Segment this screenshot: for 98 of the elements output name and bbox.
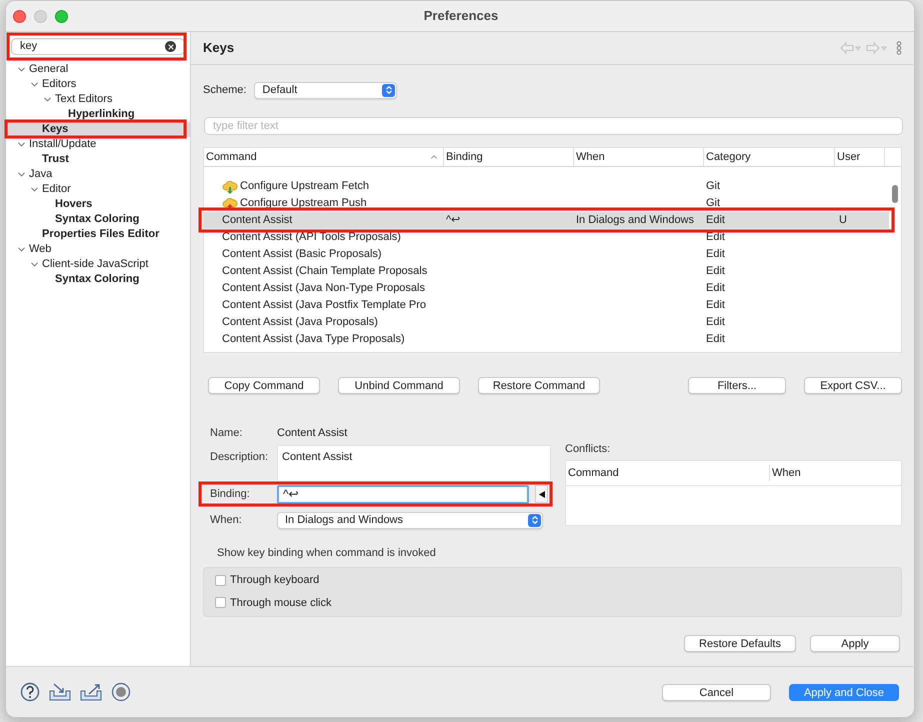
table-cell: Edit xyxy=(706,316,725,328)
tree-item[interactable]: Install/Update xyxy=(6,137,190,152)
when-label: When: xyxy=(209,512,243,528)
table-cell-text: Content Assist (API Tools Proposals) xyxy=(222,230,401,246)
cloud-upload-icon xyxy=(222,196,238,210)
button[interactable]: Copy Command xyxy=(208,377,320,394)
tree-item[interactable]: Client-side JavaScript xyxy=(6,257,190,272)
table-cell: Edit xyxy=(706,248,725,260)
column-header[interactable]: When xyxy=(574,148,704,166)
table-cell-text: Content Assist (Java Non-Type Proposals xyxy=(222,281,425,296)
table-cell-text: Configure Upstream Fetch xyxy=(240,179,369,194)
tree-item[interactable]: General xyxy=(6,62,190,77)
table-cell-text: Content Assist (Java Type Proposals) xyxy=(222,332,405,348)
tree-item[interactable]: Editor xyxy=(6,182,190,197)
tree-item[interactable]: Properties Files Editor xyxy=(6,227,190,242)
checkbox-label: Through mouse click xyxy=(230,596,332,610)
column-header[interactable]: When xyxy=(770,464,803,482)
column-header[interactable]: Command xyxy=(204,148,444,166)
show-binding-label: Show key binding when command is invoked xyxy=(217,546,437,561)
close-window-icon[interactable] xyxy=(13,10,26,22)
tree-item[interactable]: Web xyxy=(6,242,190,257)
name-label: Name: xyxy=(209,426,244,441)
import-icon[interactable] xyxy=(49,682,71,702)
record-icon[interactable] xyxy=(111,682,131,702)
tree-item[interactable]: Trust xyxy=(6,152,190,167)
binding-field[interactable]: ^↩ xyxy=(277,484,529,504)
tree-item[interactable]: Syntax Coloring xyxy=(6,272,190,287)
table-cell: U xyxy=(839,214,847,226)
more-icon[interactable] xyxy=(896,41,902,55)
table-row[interactable]: Content Assist (Basic Proposals) Edit xyxy=(204,246,889,263)
table-row[interactable]: Content Assist (Java Type Proposals) Edit xyxy=(204,331,889,348)
checkbox[interactable] xyxy=(215,597,226,608)
table-cell: Edit xyxy=(706,333,725,346)
left-triangle-icon xyxy=(538,490,544,498)
tree-item[interactable]: Hovers xyxy=(6,197,190,212)
column-header[interactable]: Category xyxy=(704,148,835,166)
stepper-icon xyxy=(382,84,396,96)
column-header[interactable]: Command xyxy=(566,464,770,482)
tree-item[interactable]: Java xyxy=(6,167,190,182)
button[interactable]: Apply xyxy=(810,634,900,652)
description-field[interactable]: Content Assist xyxy=(277,445,551,482)
column-header[interactable]: Binding xyxy=(444,148,574,166)
table-cell: Git xyxy=(706,180,720,192)
table-cell: Edit xyxy=(706,282,725,294)
cloud-download-icon xyxy=(222,180,238,194)
table-row[interactable]: Content Assist (Chain Template Proposals Edit xyxy=(204,263,889,280)
zoom-window-icon[interactable] xyxy=(55,10,68,22)
name-value: Content Assist xyxy=(277,426,348,441)
table-cell: Edit xyxy=(706,231,725,244)
tree-item[interactable]: Text Editors xyxy=(6,92,190,107)
tree-item[interactable]: Editors xyxy=(6,77,190,92)
filter-field[interactable]: type filter text xyxy=(204,117,903,135)
table-cell-text: Content Assist (Java Proposals) xyxy=(222,315,378,330)
table-cell: Git xyxy=(706,197,720,210)
clear-icon[interactable] xyxy=(165,41,176,52)
stepper-icon xyxy=(528,514,541,526)
table-cell-text: Content Assist (Chain Template Proposals xyxy=(222,264,428,280)
scrollbar[interactable] xyxy=(892,185,898,203)
table-row[interactable]: Content Assist (Java Non-Type Proposals Edit xyxy=(204,280,889,297)
table-cell: Edit xyxy=(706,214,725,226)
table-row[interactable]: Content Assist ^↩ In Dialogs and Windows Edit U xyxy=(204,212,889,229)
table-row[interactable]: Configure Upstream Push Git xyxy=(204,195,889,212)
tree-item[interactable]: Hyperlinking xyxy=(6,107,190,122)
button[interactable]: Filters... xyxy=(688,377,786,394)
binding-menu-button[interactable] xyxy=(535,485,548,503)
column-header[interactable]: User xyxy=(835,148,885,166)
table-cell-text: Content Assist (Basic Proposals) xyxy=(222,247,382,262)
table-cell: Edit xyxy=(706,299,725,312)
scheme-label: Scheme: xyxy=(203,82,246,98)
when-dropdown[interactable]: In Dialogs and Windows xyxy=(277,512,543,528)
search-field[interactable]: key xyxy=(11,38,185,55)
help-icon[interactable] xyxy=(20,682,40,702)
export-icon[interactable] xyxy=(80,682,102,702)
table-row[interactable]: Content Assist (Java Proposals) Edit xyxy=(204,314,889,331)
table-cell: ^↩ xyxy=(446,214,460,226)
button[interactable]: Restore Command xyxy=(478,377,600,394)
primary-button[interactable]: Apply and Close xyxy=(789,684,899,700)
scheme-dropdown[interactable]: Default xyxy=(254,82,398,98)
button[interactable]: Restore Defaults xyxy=(684,634,796,652)
description-label: Description: xyxy=(209,450,270,465)
checkbox[interactable] xyxy=(215,574,226,586)
button[interactable]: Export CSV... xyxy=(804,377,902,394)
table-cell: Edit xyxy=(706,265,725,278)
page-title: Keys xyxy=(203,39,236,58)
button[interactable]: Unbind Command xyxy=(338,377,460,394)
table-cell-text: Content Assist (Java Postfix Template Pro xyxy=(222,298,426,314)
table-cell: In Dialogs and Windows xyxy=(576,214,694,226)
button[interactable]: Cancel xyxy=(662,684,771,700)
window-title: Preferences xyxy=(424,7,498,26)
table-row[interactable]: Content Assist (API Tools Proposals) Edit xyxy=(204,229,889,246)
checkbox-label: Through keyboard xyxy=(230,573,320,588)
table-cell-text: Configure Upstream Push xyxy=(240,196,367,212)
table-row[interactable]: Content Assist (Java Postfix Template Pro Edit xyxy=(204,297,889,314)
tree-item[interactable]: Syntax Coloring xyxy=(6,212,190,227)
table-cell-text: Content Assist xyxy=(222,213,292,228)
conflicts-label: Conflicts: xyxy=(565,442,612,457)
binding-label: Binding: xyxy=(209,486,251,502)
table-row[interactable]: Configure Upstream Fetch Git xyxy=(204,178,889,195)
